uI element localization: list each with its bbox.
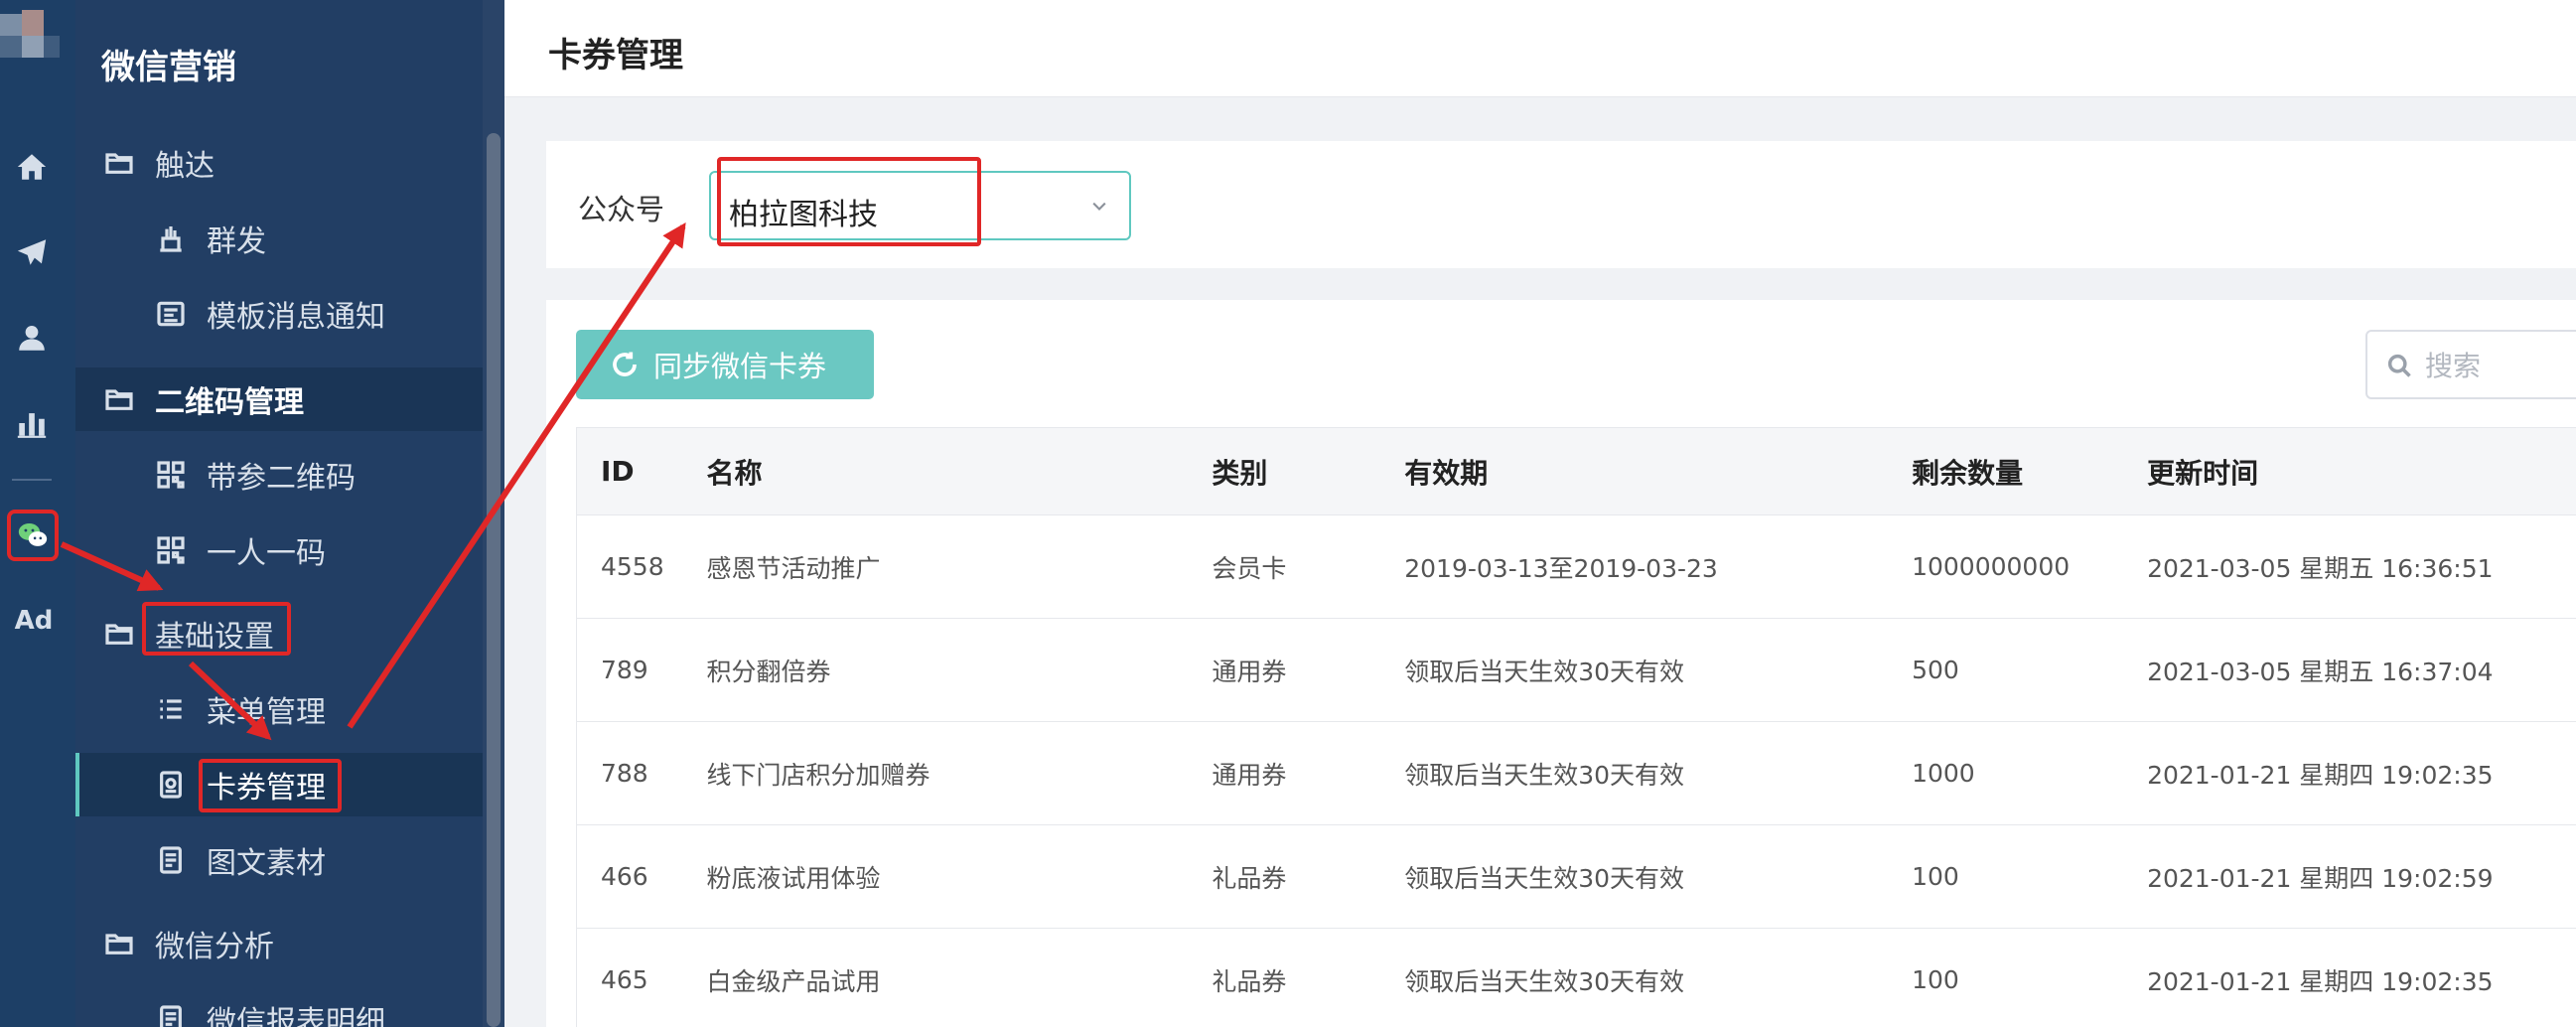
cell-updated: 2021-03-05 星期五 16:37:04 <box>2147 618 2576 722</box>
sidebar-item-template-message[interactable]: 模板消息通知 <box>75 282 483 346</box>
folder-icon <box>105 624 133 645</box>
cell-name: 积分翻倍券 <box>706 618 1213 722</box>
qrcode-icon <box>157 461 185 489</box>
page-header: 卡券管理 <box>504 0 2576 97</box>
cell-type: 礼品券 <box>1212 928 1405 1027</box>
sidebar-group-analytics[interactable]: 微信分析 <box>75 912 483 975</box>
column-header-name[interactable]: 名称 <box>706 427 1213 515</box>
cell-type: 会员卡 <box>1212 514 1405 619</box>
sidebar-item-personal-qrcode[interactable]: 一人一码 <box>75 518 483 582</box>
search-input[interactable] <box>2425 346 2576 385</box>
cell-validity: 领取后当天生效30天有效 <box>1404 721 1913 825</box>
cell-updated: 2021-01-21 星期四 19:02:59 <box>2147 824 2576 929</box>
cell-remaining: 1000 <box>1912 721 2148 825</box>
broadcast-icon <box>160 226 182 252</box>
icon-rail: Ad <box>0 0 75 1027</box>
search-box[interactable] <box>2365 330 2576 399</box>
folder-icon <box>105 153 133 174</box>
app-logo <box>0 0 60 89</box>
sidebar-scrollbar-thumb[interactable] <box>487 133 501 1027</box>
column-header-type[interactable]: 类别 <box>1212 427 1405 515</box>
cell-updated: 2021-01-21 星期四 19:02:35 <box>2147 721 2576 825</box>
sidebar: 微信营销 触达 群发 模板消息通知 二维码管理 带参二维码 一人一码 基础设置 … <box>75 0 483 1027</box>
table-row[interactable]: 4558 感恩节活动推广 会员卡 2019-03-13至2019-03-23 1… <box>576 514 2576 619</box>
cell-validity: 领取后当天生效30天有效 <box>1404 928 1913 1027</box>
cell-name: 白金级产品试用 <box>706 928 1213 1027</box>
cell-name: 感恩节活动推广 <box>706 514 1213 619</box>
cell-type: 礼品券 <box>1212 824 1405 929</box>
folder-icon <box>105 389 133 410</box>
sidebar-item-broadcast[interactable]: 群发 <box>75 207 483 270</box>
ad-icon[interactable]: Ad <box>12 606 56 642</box>
search-icon <box>2387 354 2411 377</box>
cell-name: 粉底液试用体验 <box>706 824 1213 929</box>
table-row[interactable]: 466 粉底液试用体验 礼品券 领取后当天生效30天有效 100 2021-01… <box>576 824 2576 929</box>
cell-name: 线下门店积分加赠券 <box>706 721 1213 825</box>
cell-remaining: 1000000000 <box>1912 514 2148 619</box>
sidebar-item-coupon[interactable]: 卡券管理 <box>75 753 483 816</box>
qrcode-icon <box>157 536 185 564</box>
cell-updated: 2021-03-05 星期五 16:36:51 <box>2147 514 2576 619</box>
cell-validity: 领取后当天生效30天有效 <box>1404 824 1913 929</box>
column-header-id[interactable]: ID <box>576 427 707 515</box>
column-header-remaining[interactable]: 剩余数量 <box>1912 427 2148 515</box>
sidebar-group-basic-settings[interactable]: 基础设置 <box>75 602 483 665</box>
user-icon[interactable] <box>10 316 54 360</box>
cell-type: 通用券 <box>1212 618 1405 722</box>
table-row[interactable]: 789 积分翻倍券 通用券 领取后当天生效30天有效 500 2021-03-0… <box>576 618 2576 722</box>
folder-icon <box>105 934 133 954</box>
coupon-table: ID 名称 类别 有效期 剩余数量 更新时间 4558 感恩节活动推广 会员卡 … <box>576 427 2576 1027</box>
refresh-icon <box>613 352 637 376</box>
sidebar-title: 微信营销 <box>101 48 236 87</box>
sidebar-group-reach[interactable]: 触达 <box>75 131 483 195</box>
table-row[interactable]: 788 线下门店积分加赠券 通用券 领取后当天生效30天有效 1000 2021… <box>576 721 2576 825</box>
cell-updated: 2021-01-21 星期四 19:02:35 <box>2147 928 2576 1027</box>
column-header-updated[interactable]: 更新时间 <box>2147 427 2576 515</box>
sidebar-item-menu[interactable]: 菜单管理 <box>75 677 483 741</box>
rail-divider <box>12 479 52 481</box>
cell-id: 465 <box>576 928 707 1027</box>
sidebar-group-qrcode[interactable]: 二维码管理 <box>75 367 483 431</box>
column-header-validity[interactable]: 有效期 <box>1404 427 1913 515</box>
account-select[interactable]: 柏拉图科技 <box>709 171 1131 240</box>
table-row[interactable]: 465 白金级产品试用 礼品券 领取后当天生效30天有效 100 2021-01… <box>576 928 2576 1027</box>
coupon-table-panel: 同步微信卡券 ID 名称 类别 有效期 剩余数量 更新时间 4558 感恩节活动… <box>546 300 2576 1027</box>
sidebar-item-report[interactable]: 微信报表明细 <box>75 987 483 1027</box>
page-title: 卡券管理 <box>548 36 683 75</box>
message-template-icon <box>157 301 185 327</box>
account-select-value: 柏拉图科技 <box>729 198 878 232</box>
wechat-icon[interactable] <box>7 510 59 561</box>
chevron-down-icon <box>1092 202 1106 211</box>
filter-panel: 公众号 柏拉图科技 <box>546 141 2576 268</box>
cell-type: 通用券 <box>1212 721 1405 825</box>
sync-wechat-coupons-button[interactable]: 同步微信卡券 <box>576 330 874 399</box>
cell-id: 466 <box>576 824 707 929</box>
cell-validity: 领取后当天生效30天有效 <box>1404 618 1913 722</box>
coupon-icon <box>160 771 182 799</box>
cell-remaining: 100 <box>1912 928 2148 1027</box>
table-header-row: ID 名称 类别 有效期 剩余数量 更新时间 <box>576 427 2576 515</box>
cell-id: 4558 <box>576 514 707 619</box>
sidebar-item-articles[interactable]: 图文素材 <box>75 828 483 892</box>
cell-remaining: 100 <box>1912 824 2148 929</box>
cell-validity: 2019-03-13至2019-03-23 <box>1404 514 1913 619</box>
send-icon[interactable] <box>10 230 54 274</box>
report-icon <box>160 1005 182 1027</box>
document-icon <box>160 846 182 874</box>
list-icon <box>160 699 182 719</box>
cell-remaining: 500 <box>1912 618 2148 722</box>
bar-chart-icon[interactable] <box>10 401 54 445</box>
cell-id: 788 <box>576 721 707 825</box>
cell-id: 789 <box>576 618 707 722</box>
sidebar-item-param-qrcode[interactable]: 带参二维码 <box>75 443 483 507</box>
home-icon[interactable] <box>10 145 54 189</box>
account-label: 公众号 <box>578 193 665 226</box>
